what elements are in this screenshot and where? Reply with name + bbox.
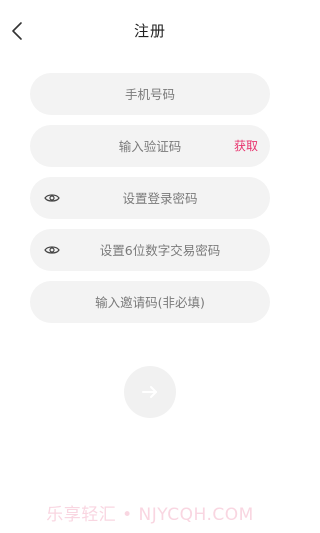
get-code-button[interactable]: 获取 — [234, 137, 258, 154]
watermark: 乐享轻汇 • NJYCQH.COM — [46, 505, 254, 525]
submit-button[interactable] — [124, 366, 176, 418]
phone-field[interactable] — [30, 73, 270, 115]
page-title: 注册 — [133, 22, 166, 40]
login-password-input[interactable] — [30, 177, 270, 219]
verification-code-field[interactable]: 获取 — [30, 125, 270, 167]
arrow-right-icon — [142, 386, 157, 398]
header: 注册 — [0, 0, 300, 60]
trade-password-field[interactable] — [30, 229, 270, 271]
login-password-field[interactable] — [30, 177, 270, 219]
trade-password-input[interactable] — [30, 229, 270, 271]
phone-input[interactable] — [30, 73, 270, 115]
invite-code-input[interactable] — [30, 281, 270, 323]
invite-code-field[interactable] — [30, 281, 270, 323]
